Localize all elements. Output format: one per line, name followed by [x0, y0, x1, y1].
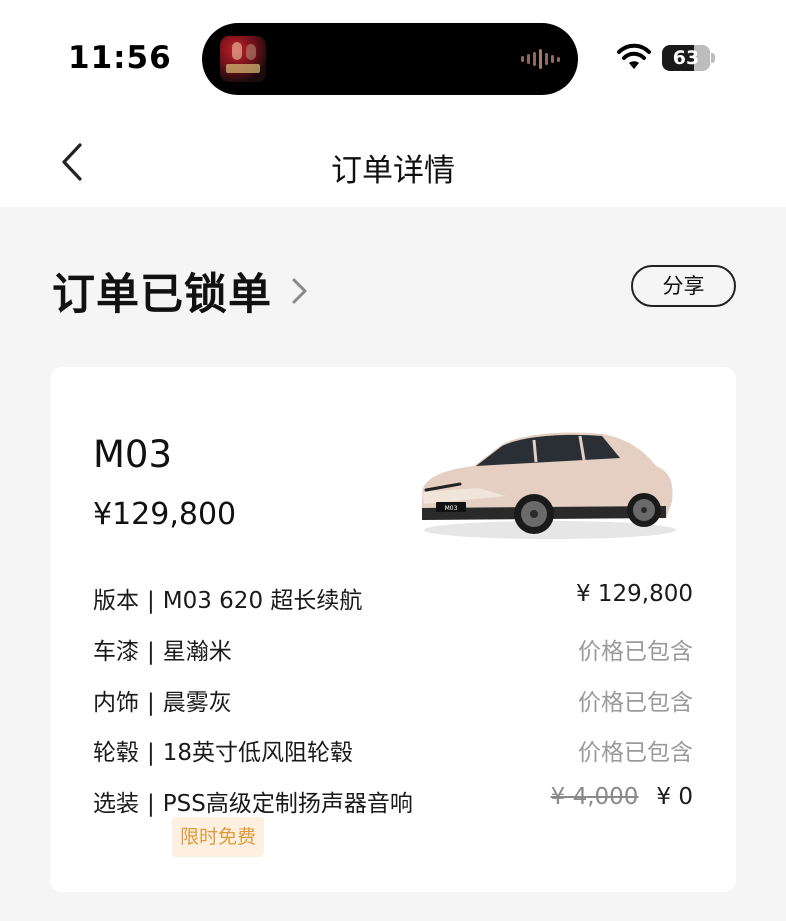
spec-row-interior: 内饰 | 晨雾灰 价格已包含 [93, 683, 693, 719]
battery-level: 63 [672, 47, 700, 69]
original-price: ¥ 4,000 [550, 784, 639, 810]
car-order-card: M03 ¥129,800 M03 版本 | M03 620 超长续航 ¥ 129,8… [50, 367, 736, 892]
page-title: 订单详情 [331, 153, 455, 189]
nav-bar: 订单详情 [0, 115, 786, 207]
spec-label: 内饰 [93, 690, 139, 716]
spec-value: 晨雾灰 [162, 690, 232, 716]
spec-price: 价格已包含 [578, 690, 693, 716]
spec-value: PSS高级定制扬声器音响 [162, 791, 413, 817]
spec-separator: | [147, 791, 155, 817]
spec-value: 星瀚米 [162, 639, 232, 665]
battery-icon: 63 [662, 45, 710, 71]
spec-separator: | [147, 588, 155, 614]
dynamic-island[interactable] [202, 23, 578, 95]
share-button[interactable]: 分享 [631, 265, 736, 307]
spec-label: 轮毂 [93, 740, 139, 766]
spec-separator: | [147, 740, 155, 766]
car-image: M03 [422, 432, 676, 539]
spec-price: 价格已包含 [578, 740, 693, 766]
order-status-link[interactable]: 订单已锁单 [52, 260, 312, 322]
spec-value: 18英寸低风阻轮毂 [162, 740, 354, 766]
spec-label: 版本 [93, 588, 139, 614]
order-status-text: 订单已锁单 [52, 270, 272, 320]
battery-cap [711, 53, 715, 63]
status-bar: 11:56 63 [0, 0, 786, 115]
spec-separator: | [147, 690, 155, 716]
spec-separator: | [147, 639, 155, 665]
audio-waveform-icon [521, 49, 560, 69]
spec-label: 车漆 [93, 639, 139, 665]
limited-free-badge: 限时免费 [172, 817, 264, 857]
car-model: M03 [93, 433, 173, 476]
album-art-icon [220, 36, 266, 82]
spec-value: M03 620 超长续航 [162, 588, 363, 614]
status-time: 11:56 [68, 40, 172, 76]
spec-label: 选装 [93, 791, 139, 817]
spec-row-wheels: 轮毂 | 18英寸低风阻轮毂 价格已包含 [93, 733, 693, 769]
spec-price: ¥ 129,800 [575, 581, 693, 607]
spec-row-options: 选装 | PSS高级定制扬声器音响 ¥ 4,000 ¥ 0 [93, 784, 693, 820]
spec-row-version: 版本 | M03 620 超长续航 ¥ 129,800 [93, 581, 693, 617]
spec-price: 价格已包含 [578, 639, 693, 665]
svg-text:M03: M03 [445, 505, 458, 512]
car-price: ¥129,800 [93, 497, 237, 532]
chevron-right-icon [292, 278, 307, 304]
wifi-icon [617, 43, 651, 69]
spec-row-paint: 车漆 | 星瀚米 价格已包含 [93, 632, 693, 668]
spec-price: ¥ 0 [656, 784, 693, 810]
